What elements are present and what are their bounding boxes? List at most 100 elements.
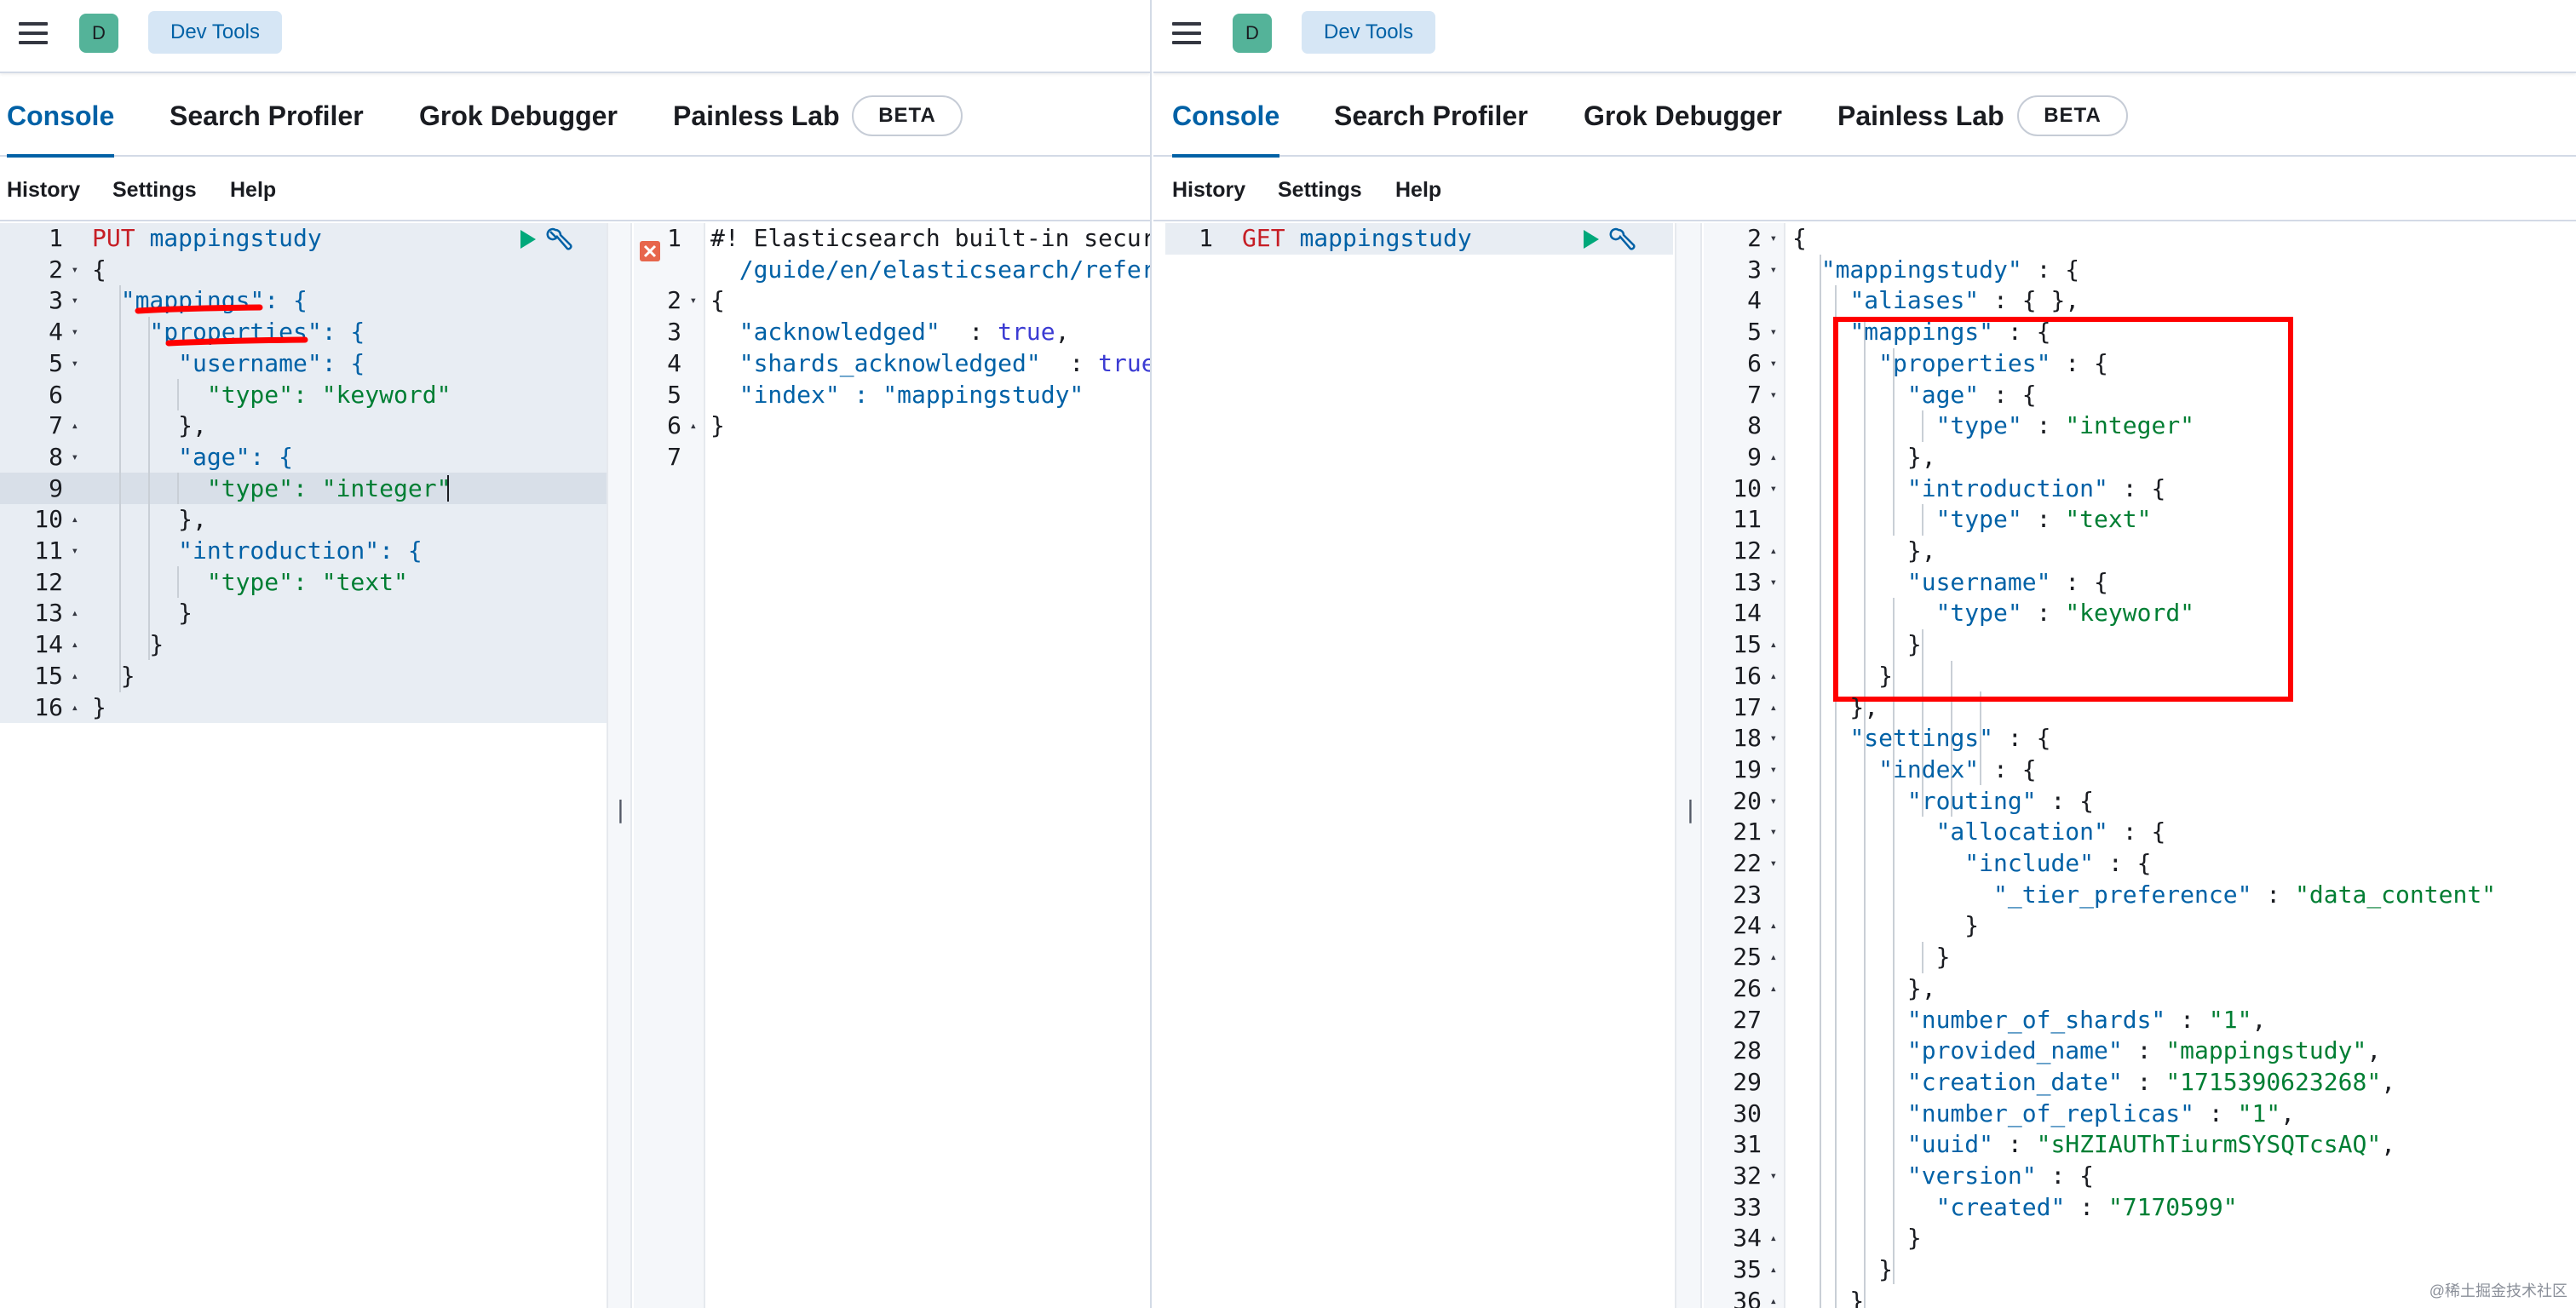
menu-settings[interactable]: Settings: [1278, 175, 1362, 204]
fold-close-icon[interactable]: ▴: [72, 692, 78, 724]
fold-open-icon[interactable]: ▾: [1770, 817, 1777, 848]
line-number: 26: [1733, 973, 1762, 1002]
fold-open-icon[interactable]: ▾: [72, 442, 78, 473]
fold-open-icon[interactable]: ▾: [1770, 754, 1777, 786]
fold-open-icon[interactable]: ▾: [1770, 223, 1777, 255]
tab-console[interactable]: Console: [1172, 75, 1280, 158]
line-number: 3: [667, 318, 681, 347]
line-number: 21: [1733, 818, 1762, 846]
fold-open-icon[interactable]: ▾: [1770, 473, 1777, 505]
menu-history[interactable]: History: [7, 175, 80, 204]
code-line: "number_of_replicas" : "1",: [1906, 1099, 2296, 1127]
wrench-icon[interactable]: [545, 227, 574, 254]
fold-open-icon[interactable]: ▾: [72, 317, 78, 348]
fold-close-icon[interactable]: ▴: [1770, 692, 1777, 724]
line-number: 14: [1733, 599, 1762, 628]
code-line: "aliases" : { },: [1849, 286, 2080, 315]
line-number: 17: [1733, 692, 1762, 721]
menu-settings[interactable]: Settings: [112, 175, 197, 204]
fold-open-icon[interactable]: ▾: [72, 348, 78, 380]
request-editor[interactable]: 1 2 ▾ 3 ▾ 4 ▾ 5 ▾ 6 7 ▴ 8 ▾ 9 10 ▴ 11 ▾ 12 13 ▴ 1…: [0, 223, 607, 1308]
code-line: "include" : {: [1964, 849, 2152, 877]
panel-resizer[interactable]: ||: [1675, 223, 1712, 1308]
code-line: "age" : {: [1906, 380, 2037, 409]
request-code[interactable]: PUT mappingstudy { "mappings": { "proper…: [92, 223, 603, 1308]
beta-badge: BETA: [852, 95, 963, 136]
fold-close-icon[interactable]: ▴: [1770, 942, 1777, 973]
breadcrumb-dev-tools[interactable]: Dev Tools: [148, 11, 282, 54]
watermark: @稀土掘金技术社区: [2429, 1282, 2567, 1299]
fold-open-icon[interactable]: ▾: [1770, 786, 1777, 818]
fold-close-icon[interactable]: ▴: [72, 661, 78, 692]
fold-open-icon[interactable]: ▾: [1770, 255, 1777, 286]
top-header: D Dev Tools: [0, 0, 1150, 73]
space-avatar[interactable]: D: [1233, 14, 1272, 53]
line-number: 8: [49, 442, 63, 471]
line-number: 32: [1733, 1162, 1762, 1190]
fold-close-icon[interactable]: ▴: [72, 598, 78, 629]
line-number: 4: [49, 318, 63, 347]
tab-search-profiler[interactable]: Search Profiler: [170, 75, 364, 157]
fold-open-icon[interactable]: ▾: [72, 536, 78, 567]
tab-search-profiler[interactable]: Search Profiler: [1334, 75, 1528, 157]
fold-open-icon[interactable]: ▾: [1770, 848, 1777, 880]
menu-help[interactable]: Help: [230, 175, 276, 204]
fold-close-icon[interactable]: ▴: [1770, 910, 1777, 942]
menu-help[interactable]: Help: [1395, 175, 1441, 204]
fold-close-icon[interactable]: ▴: [72, 410, 78, 442]
line-number: 16: [1733, 661, 1762, 690]
tab-grok-debugger[interactable]: Grok Debugger: [419, 75, 618, 157]
fold-close-icon[interactable]: ▴: [1770, 1286, 1777, 1308]
line-number: 3: [1747, 255, 1762, 284]
fold-close-icon[interactable]: ▴: [1770, 442, 1777, 473]
space-avatar[interactable]: D: [79, 14, 118, 53]
code-line: "allocation" : {: [1935, 818, 2166, 846]
fold-close-icon[interactable]: ▴: [72, 629, 78, 661]
tab-painless-lab[interactable]: Painless Lab: [673, 75, 840, 157]
underline-mappings: [135, 304, 263, 314]
code-line: "mappingstudy" : {: [1820, 255, 2080, 284]
fold-open-icon[interactable]: ▾: [690, 285, 697, 317]
play-icon[interactable]: [1581, 228, 1601, 250]
code-line: "shards_acknowledged" : true,: [710, 348, 1152, 377]
play-icon[interactable]: [518, 228, 538, 250]
line-number: 25: [1733, 943, 1762, 972]
code-line: }: [1792, 661, 1894, 690]
tab-painless-lab[interactable]: Painless Lab: [1837, 75, 2004, 157]
panel-resizer[interactable]: ||: [607, 223, 642, 1308]
code-line: },: [1792, 442, 1936, 471]
fold-open-icon[interactable]: ▾: [72, 285, 78, 317]
tab-grok-debugger[interactable]: Grok Debugger: [1584, 75, 1782, 157]
line-number: 5: [49, 348, 63, 377]
line-number: 8: [1747, 411, 1762, 440]
request-code[interactable]: GET mappingstudy: [1242, 223, 1668, 1308]
fold-close-icon[interactable]: ▴: [1770, 973, 1777, 1005]
fold-open-icon[interactable]: ▾: [1770, 1161, 1777, 1192]
request-editor[interactable]: 1 GET mappingstudy: [1153, 223, 1675, 1308]
fold-close-icon[interactable]: ▴: [1770, 629, 1777, 661]
fold-open-icon[interactable]: ▾: [1770, 380, 1777, 411]
fold-close-icon[interactable]: ▴: [1770, 1254, 1777, 1286]
menu-icon[interactable]: [1172, 22, 1201, 48]
code-line: "routing" : {: [1906, 786, 2095, 815]
fold-open-icon[interactable]: ▾: [1770, 567, 1777, 599]
line-number: 29: [1733, 1067, 1762, 1096]
fold-open-icon[interactable]: ▾: [1770, 348, 1777, 380]
underline-properties: [165, 336, 308, 347]
fold-close-icon[interactable]: ▴: [690, 410, 697, 442]
wrench-icon[interactable]: [1608, 227, 1637, 254]
fold-close-icon[interactable]: ▴: [1770, 536, 1777, 567]
fold-close-icon[interactable]: ▴: [72, 504, 78, 536]
tab-console[interactable]: Console: [7, 75, 115, 158]
breadcrumb-dev-tools[interactable]: Dev Tools: [1302, 11, 1435, 54]
fold-close-icon[interactable]: ▴: [1770, 1223, 1777, 1254]
menu-icon[interactable]: [19, 22, 48, 48]
fold-open-icon[interactable]: ▾: [1770, 723, 1777, 754]
menu-history[interactable]: History: [1172, 175, 1245, 204]
fold-open-icon[interactable]: ▾: [72, 255, 78, 286]
fold-close-icon[interactable]: ▴: [1770, 661, 1777, 692]
fold-open-icon[interactable]: ▾: [1770, 317, 1777, 348]
line-number: 28: [1733, 1036, 1762, 1065]
line-number: 10: [1733, 473, 1762, 502]
line-number: 18: [1733, 724, 1762, 753]
